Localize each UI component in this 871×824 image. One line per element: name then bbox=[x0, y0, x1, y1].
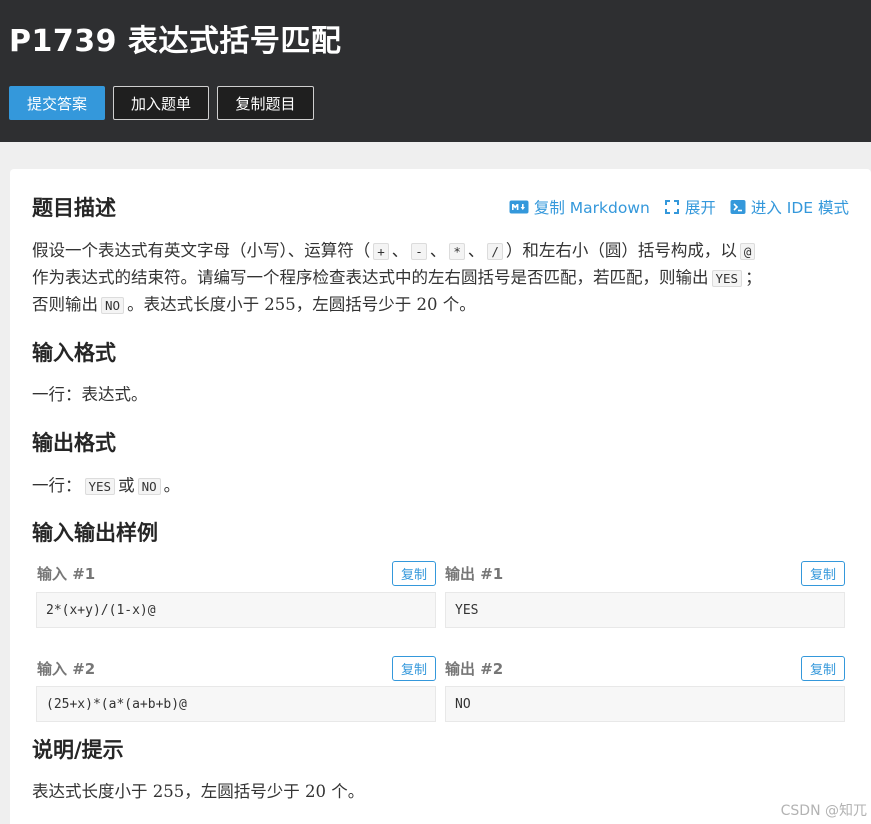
text: 。表达式长度小于 255，左圆括号少于 20 个。 bbox=[127, 295, 476, 314]
description-line-2: 作为表达式的结束符。请编写一个程序检查表达式中的左右圆括号是否匹配，若匹配，则输… bbox=[32, 264, 762, 292]
expand-link[interactable]: 展开 bbox=[664, 196, 716, 218]
problem-actions: 复制 Markdown 展开 进入 IDE 模式 bbox=[509, 196, 849, 218]
copy-sample-input-button[interactable]: 复制 bbox=[392, 561, 436, 586]
description-line-1: 假设一个表达式有英文字母（小写）、运算符（ +、 -、 *、 / ）和左右小（圆）括号构成… bbox=[32, 237, 758, 265]
expand-icon bbox=[664, 200, 679, 214]
code-slash: / bbox=[487, 243, 503, 260]
sample-input-box[interactable]: (25+x)*(a*(a+b+b)@ bbox=[36, 686, 436, 722]
output-format-heading: 输出格式 bbox=[32, 431, 116, 455]
description-line-3: 否则输出 NO 。表达式长度小于 255，左圆括号少于 20 个。 bbox=[32, 291, 476, 319]
sample-output-box[interactable]: NO bbox=[445, 686, 845, 722]
terminal-icon bbox=[730, 200, 746, 214]
text: 假设一个表达式有英文字母（小写）、运算符（ bbox=[32, 241, 371, 260]
expand-label: 展开 bbox=[684, 199, 716, 217]
code-no: NO bbox=[137, 478, 161, 495]
text: 、 bbox=[467, 241, 485, 260]
text: 一行： bbox=[32, 476, 82, 495]
description-heading: 题目描述 bbox=[32, 196, 116, 220]
text: 、 bbox=[391, 241, 409, 260]
copy-markdown-label: 复制 Markdown bbox=[533, 199, 650, 217]
sample-output-label: 输出 #1 bbox=[445, 565, 504, 583]
output-format-text: 一行： YES 或 NO。 bbox=[32, 472, 180, 500]
sample-input-label: 输入 #2 bbox=[37, 660, 96, 678]
code-minus: - bbox=[411, 243, 427, 260]
samples-heading: 输入输出样例 bbox=[32, 521, 158, 545]
markdown-icon bbox=[509, 200, 529, 214]
hint-heading: 说明/提示 bbox=[32, 738, 124, 762]
code-star: * bbox=[449, 243, 465, 260]
submit-answer-button[interactable]: 提交答案 bbox=[9, 86, 105, 120]
text: 或 bbox=[118, 476, 135, 495]
code-at: @ bbox=[739, 243, 756, 260]
ide-mode-label: 进入 IDE 模式 bbox=[750, 199, 849, 217]
code-yes: YES bbox=[84, 478, 116, 495]
ide-mode-link[interactable]: 进入 IDE 模式 bbox=[730, 196, 849, 218]
sample-output-box[interactable]: YES bbox=[445, 592, 845, 628]
add-to-list-button[interactable]: 加入题单 bbox=[113, 86, 209, 120]
copy-problem-button[interactable]: 复制题目 bbox=[217, 86, 314, 120]
input-format-heading: 输入格式 bbox=[32, 341, 116, 365]
copy-markdown-link[interactable]: 复制 Markdown bbox=[509, 196, 650, 218]
text: 作为表达式的结束符。请编写一个程序检查表达式中的左右圆括号是否匹配，若匹配，则输… bbox=[32, 268, 709, 287]
sample-input-box[interactable]: 2*(x+y)/(1-x)@ bbox=[36, 592, 436, 628]
code-yes: YES bbox=[711, 270, 743, 287]
problem-header: P1739 表达式括号匹配 提交答案 加入题单 复制题目 bbox=[0, 0, 871, 142]
input-format-text: 一行：表达式。 bbox=[32, 385, 148, 404]
copy-sample-output-button[interactable]: 复制 bbox=[801, 561, 845, 586]
copy-sample-input-button[interactable]: 复制 bbox=[392, 656, 436, 681]
sample-input-label: 输入 #1 bbox=[37, 565, 96, 583]
text: 否则输出 bbox=[32, 295, 98, 314]
page-title: P1739 表达式括号匹配 bbox=[9, 24, 342, 59]
text: ）和左右小（圆）括号构成，以 bbox=[505, 241, 737, 260]
sample-output-label: 输出 #2 bbox=[445, 660, 504, 678]
text: ； bbox=[745, 268, 762, 287]
watermark: CSDN @知兀 bbox=[780, 803, 867, 819]
text: 、 bbox=[429, 241, 447, 260]
copy-sample-output-button[interactable]: 复制 bbox=[801, 656, 845, 681]
code-no: NO bbox=[101, 297, 125, 314]
text: 。 bbox=[163, 476, 181, 495]
code-plus: + bbox=[373, 243, 389, 260]
hint-text: 表达式长度小于 255，左圆括号少于 20 个。 bbox=[32, 782, 365, 801]
